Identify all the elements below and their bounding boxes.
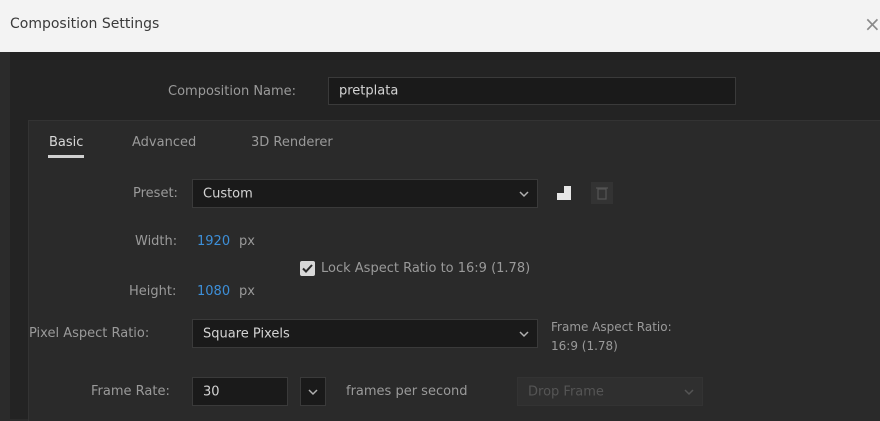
chevron-down-icon	[308, 388, 318, 395]
settings-panel: Basic Advanced 3D Renderer Preset: Custo…	[28, 120, 880, 421]
tab-advanced[interactable]: Advanced	[132, 135, 196, 150]
frame-rate-value: 30	[203, 384, 220, 399]
height-label: Height:	[129, 284, 177, 299]
delete-preset-icon[interactable]	[591, 182, 613, 204]
height-unit: px	[239, 284, 255, 299]
tab-basic[interactable]: Basic	[48, 135, 85, 158]
width-label: Width:	[135, 234, 178, 249]
width-value[interactable]: 1920	[197, 234, 230, 249]
width-unit: px	[239, 234, 255, 249]
chevron-down-icon	[519, 330, 529, 337]
frame-rate-input[interactable]: 30	[192, 377, 288, 406]
window-title: Composition Settings	[10, 16, 160, 32]
drop-frame-dropdown: Drop Frame	[517, 377, 703, 406]
pixel-aspect-value: Square Pixels	[203, 326, 290, 341]
lock-aspect-label: Lock Aspect Ratio to 16:9 (1.78)	[321, 261, 531, 276]
preset-label: Preset:	[133, 186, 178, 201]
chevron-down-icon	[519, 190, 529, 197]
frame-rate-dropdown-button[interactable]	[300, 377, 326, 406]
composition-name-label: Composition Name:	[168, 84, 297, 99]
save-preset-icon[interactable]	[553, 182, 575, 204]
active-tab-indicator	[48, 155, 85, 158]
title-bar: Composition Settings ×	[0, 0, 880, 52]
frames-per-second-label: frames per second	[346, 384, 468, 399]
tab-advanced-label: Advanced	[132, 135, 197, 150]
frame-rate-label: Frame Rate:	[91, 384, 170, 399]
composition-name-value: pretplata	[339, 83, 399, 99]
pixel-aspect-label: Pixel Aspect Ratio:	[29, 326, 150, 341]
checkmark-icon	[302, 264, 313, 273]
tab-3d-renderer-label: 3D Renderer	[251, 135, 333, 150]
chevron-down-icon	[684, 388, 694, 395]
preset-dropdown[interactable]: Custom	[192, 179, 538, 208]
height-value[interactable]: 1080	[197, 284, 230, 299]
drop-frame-value: Drop Frame	[528, 384, 604, 399]
tab-basic-label: Basic	[49, 135, 84, 150]
composition-name-input[interactable]: pretplata	[328, 77, 736, 105]
close-icon[interactable]: ×	[864, 12, 880, 36]
pixel-aspect-dropdown[interactable]: Square Pixels	[192, 319, 538, 348]
lock-aspect-checkbox[interactable]	[300, 261, 315, 276]
frame-aspect-label: Frame Aspect Ratio:	[551, 320, 672, 334]
preset-value: Custom	[203, 186, 253, 201]
tab-3d-renderer[interactable]: 3D Renderer	[251, 135, 333, 150]
frame-aspect-value: 16:9 (1.78)	[551, 339, 618, 353]
composition-settings-dialog: Composition Name: pretplata Basic Advanc…	[10, 52, 880, 421]
